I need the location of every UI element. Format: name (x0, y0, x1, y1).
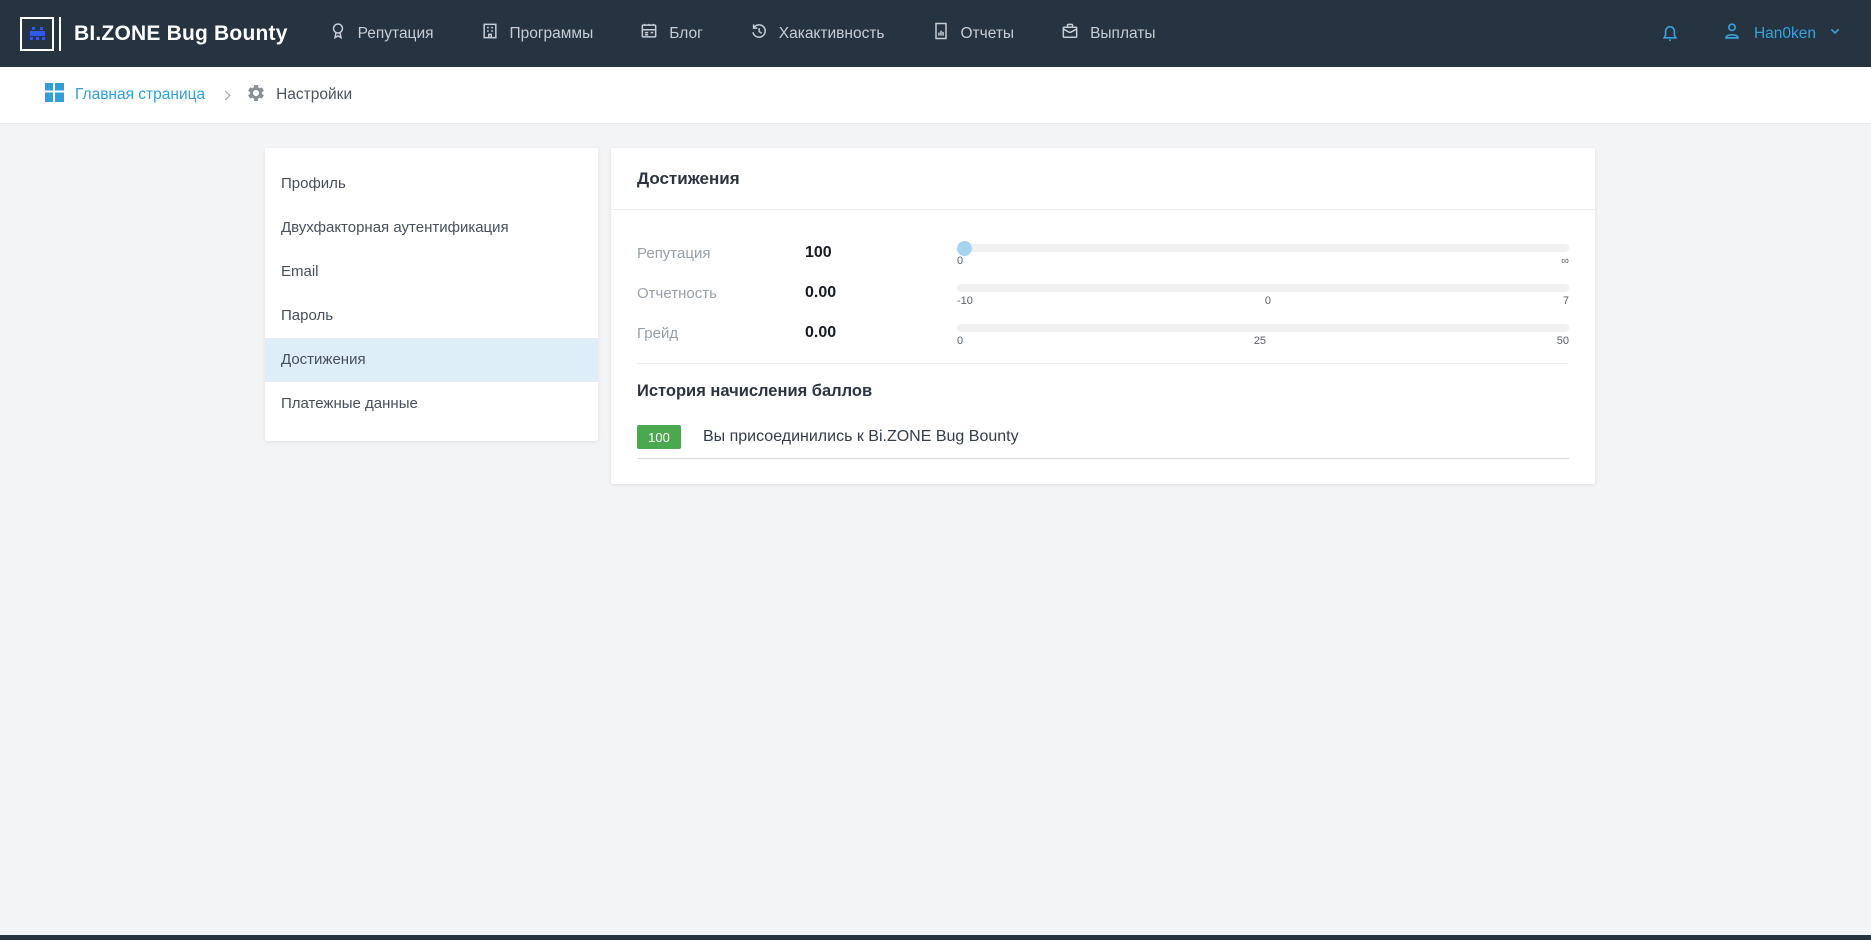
scale-min: 0 (957, 255, 963, 267)
sidebar-item-achievements[interactable]: Достижения (265, 338, 598, 382)
stat-row-grade: Грейд 0.00 0 25 50 (637, 320, 1569, 347)
notifications-bell-icon[interactable] (1659, 23, 1681, 45)
reputation-slider: 0 ∞ (957, 240, 1569, 267)
stat-row-reputation: Репутация 100 0 ∞ (637, 240, 1569, 267)
logo-divider (59, 17, 61, 51)
reporting-slider: -10 0 7 (957, 280, 1569, 307)
history-text: Вы присоединились к Bi.ZONE Bug Bounty (703, 428, 1019, 446)
settings-sidebar: Профиль Двухфакторная аутентификация Ema… (265, 148, 598, 441)
footer-strip (0, 935, 1871, 940)
stat-value: 100 (805, 240, 957, 267)
scale-max: 50 (1557, 335, 1569, 347)
breadcrumb-home-label: Главная страница (75, 86, 205, 104)
nav-label: Программы (510, 25, 594, 43)
stats-section: Репутация 100 0 ∞ Отчетность 0.00 (611, 210, 1595, 347)
dashboard-grid-icon (45, 83, 64, 107)
slider-handle[interactable] (957, 241, 972, 256)
nav-item-reputation[interactable]: Репутация (328, 21, 434, 46)
nav-item-payouts[interactable]: Выплаты (1060, 21, 1155, 46)
gear-icon (246, 83, 266, 108)
sidebar-item-2fa[interactable]: Двухфакторная аутентификация (265, 206, 598, 250)
nav-label: Выплаты (1090, 25, 1155, 43)
points-badge: 100 (637, 425, 681, 449)
payout-icon (1060, 21, 1080, 46)
stat-value: 0.00 (805, 320, 957, 347)
nav-label: Отчеты (961, 25, 1015, 43)
nav-label: Хакактивность (779, 25, 885, 43)
top-navbar: BI.ZONE Bug Bounty Репутация Программы (0, 0, 1871, 67)
breadcrumb-separator-icon (221, 90, 231, 100)
brand-logo[interactable]: BI.ZONE Bug Bounty (20, 17, 288, 51)
scale-min: -10 (957, 295, 973, 307)
stat-label: Репутация (637, 240, 805, 267)
breadcrumb: Главная страница Настройки (0, 67, 1871, 124)
brand-title: BI.ZONE Bug Bounty (74, 22, 288, 46)
breadcrumb-current-label: Настройки (276, 86, 352, 104)
nav-item-reports[interactable]: Отчеты (931, 21, 1015, 46)
sidebar-item-password[interactable]: Пароль (265, 294, 598, 338)
slider-scale: -10 0 7 (957, 295, 1569, 307)
bizone-bug-icon (20, 17, 54, 51)
card-title: Достижения (611, 148, 1595, 210)
achievements-card: Достижения Репутация 100 0 ∞ (611, 148, 1595, 484)
slider-track[interactable] (957, 244, 1569, 252)
scale-mid: 25 (1254, 335, 1266, 347)
slider-track[interactable] (957, 284, 1569, 292)
points-history-section: История начисления баллов 100 Вы присоед… (611, 364, 1595, 484)
stat-label: Грейд (637, 320, 805, 347)
stat-value: 0.00 (805, 280, 957, 307)
slider-scale: 0 25 50 (957, 335, 1569, 347)
chevron-down-icon (1827, 23, 1843, 44)
scale-mid: 0 (1265, 295, 1271, 307)
blog-icon (639, 21, 659, 46)
slider-scale: 0 ∞ (957, 255, 1569, 267)
user-name: Han0ken (1754, 25, 1816, 43)
sidebar-item-email[interactable]: Email (265, 250, 598, 294)
building-icon (480, 21, 500, 46)
nav-item-programs[interactable]: Программы (480, 21, 594, 46)
nav-label: Репутация (358, 25, 434, 43)
sidebar-item-payment-details[interactable]: Платежные данные (265, 382, 598, 426)
scale-min: 0 (957, 335, 963, 347)
main-nav: Репутация Программы Блог (328, 21, 1156, 46)
history-row: 100 Вы присоединились к Bi.ZONE Bug Boun… (637, 425, 1569, 459)
scale-max: ∞ (1561, 255, 1569, 267)
breadcrumb-home-link[interactable]: Главная страница (45, 83, 205, 107)
scale-max: 7 (1563, 295, 1569, 307)
nav-label: Блог (669, 25, 703, 43)
history-icon (749, 21, 769, 46)
slider-track[interactable] (957, 324, 1569, 332)
nav-item-hacktivity[interactable]: Хакактивность (749, 21, 885, 46)
breadcrumb-current: Настройки (246, 83, 352, 108)
page-content: Профиль Двухфакторная аутентификация Ema… (0, 124, 1871, 484)
user-menu[interactable]: Han0ken (1721, 20, 1843, 47)
navbar-right: Han0ken (1659, 20, 1843, 47)
nav-item-blog[interactable]: Блог (639, 21, 703, 46)
grade-slider: 0 25 50 (957, 320, 1569, 347)
stat-label: Отчетность (637, 280, 805, 307)
stat-row-reporting: Отчетность 0.00 -10 0 7 (637, 280, 1569, 307)
report-icon (931, 21, 951, 46)
sidebar-item-profile[interactable]: Профиль (265, 162, 598, 206)
history-title: История начисления баллов (637, 382, 1569, 401)
medal-icon (328, 21, 348, 46)
user-icon (1721, 20, 1743, 47)
